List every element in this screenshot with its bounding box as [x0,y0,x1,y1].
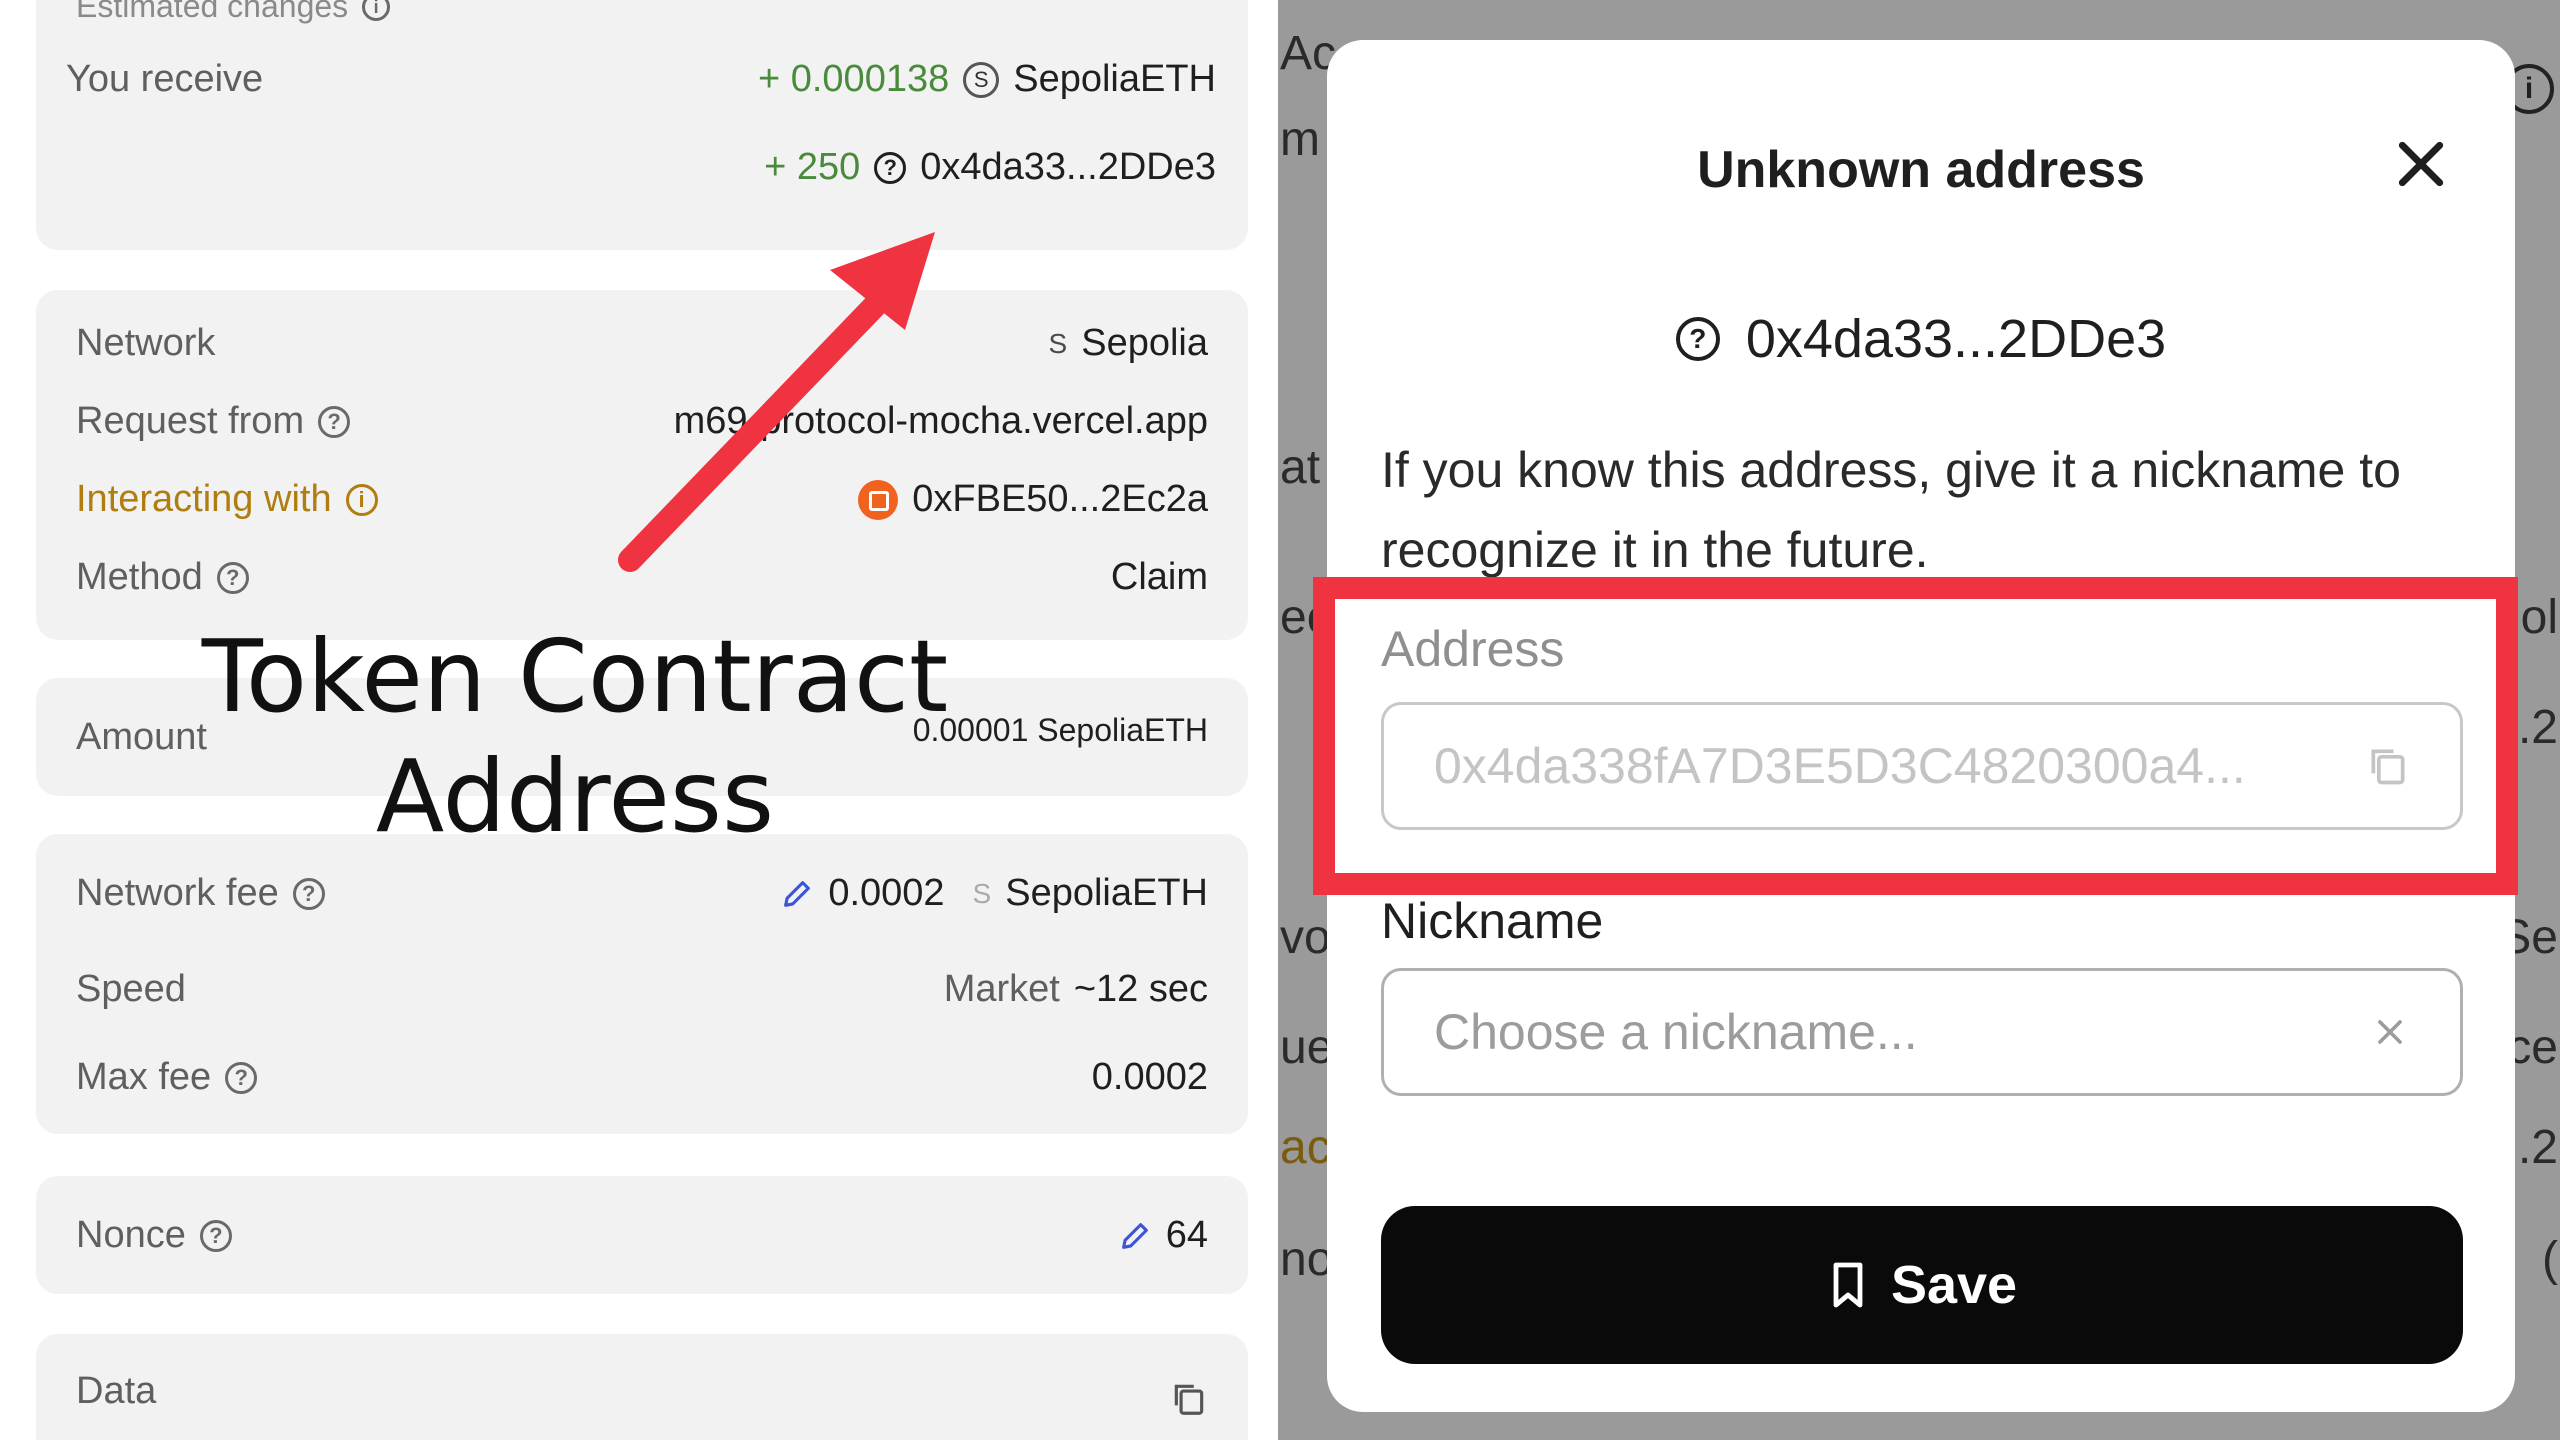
speed-value: Market ~12 sec [944,968,1208,1011]
nickname-placeholder: Choose a nickname... [1434,1004,1918,1060]
network-value: S Sepolia [1049,322,1208,365]
question-icon[interactable]: ? [216,561,249,594]
network-icon: S [1048,327,1068,359]
data-card: Data [36,1334,1248,1440]
network-fee-token: SepoliaETH [1005,872,1208,914]
background-text: no [1280,1233,1334,1286]
modal-address-short: 0x4da33...2DDe3 [1745,309,2167,369]
background-text: m [1280,113,1320,166]
nickname-field-label: Nickname [1381,893,1604,949]
interacting-with-label: Interacting with i [76,478,378,521]
pencil-icon[interactable] [780,877,814,911]
copy-icon[interactable] [1170,1380,1208,1418]
you-receive-label: You receive [66,58,264,100]
request-from-label: Request from ? [76,400,351,443]
data-label: Data [76,1370,157,1412]
contract-avatar-icon [858,479,899,520]
background-text: at [1280,441,1321,494]
transaction-details-panel: Estimated changes i You receive + 0.0001… [0,0,1275,1440]
method-value: Claim [1110,556,1208,598]
speed-label: Speed [76,968,186,1010]
modal-address-row: ? 0x4da33...2DDe3 [1327,308,2515,370]
clear-icon[interactable] [2370,1012,2410,1052]
info-icon[interactable]: i [345,483,378,516]
background-text: vo [1280,911,1331,964]
estimated-changes-card: Estimated changes i You receive + 0.0001… [36,0,1248,250]
address-field-value: 0x4da338fA7D3E5D3C4820300a4... [1434,738,2246,794]
pencil-icon[interactable] [1118,1219,1152,1253]
method-label: Method ? [76,556,249,599]
receive-token-eth: SepoliaETH [1013,58,1216,100]
network-label: Network [76,322,216,364]
address-field-label: Address [1381,621,1565,677]
background-text: ue [1280,1021,1334,1074]
sepolia-token-icon: S [963,61,1000,98]
receive-amount-token: + 250 [764,146,861,188]
annotation-text-line1: Token Contract [201,618,949,735]
modal-description: If you know this address, give it a nick… [1381,442,2401,578]
close-icon[interactable] [2389,132,2453,196]
receive-row-eth: + 0.000138 S SepoliaETH [758,58,1216,101]
background-text: ( [2542,1233,2558,1286]
receive-amount-eth: + 0.000138 [757,58,950,100]
save-button[interactable]: Save [1381,1206,2463,1364]
network-fee-value: 0.0002 S SepoliaETH [780,872,1208,915]
max-fee-label: Max fee ? [76,1056,258,1099]
max-fee-value: 0.0002 [1091,1056,1208,1098]
network-fee-label: Network fee ? [76,872,325,915]
estimated-changes-header: Estimated changes i [76,0,391,25]
bookmark-icon [1833,1262,1863,1308]
nickname-input[interactable]: Choose a nickname... [1381,968,2463,1096]
request-details-card: Network S Sepolia Request from ? m69-pro… [36,290,1248,640]
background-text: ol [2520,591,2558,644]
address-field[interactable]: 0x4da338fA7D3E5D3C4820300a4... [1381,702,2463,830]
nonce-card: Nonce ? 64 [36,1176,1248,1294]
save-button-label: Save [1890,1255,2018,1315]
background-text: ec [1280,591,1331,644]
receive-token-address[interactable]: 0x4da33...2DDe3 [920,146,1216,189]
question-icon[interactable]: ? [292,877,325,910]
contract-address: 0xFBE50...2Ec2a [912,478,1208,520]
copy-icon[interactable] [2366,744,2410,788]
annotation-text-line2: Address [375,738,775,855]
unknown-address-modal: Unknown address ? 0x4da33...2DDe3 If you… [1327,40,2515,1412]
question-icon: ? [874,151,907,184]
question-icon[interactable]: ? [318,405,351,438]
fee-token-icon: S [972,877,992,909]
network-fee-amount: 0.0002 [828,872,945,914]
background-text: ac [1280,1121,1331,1174]
network-fee-card: Network fee ? 0.0002 S SepoliaETH Speed … [36,834,1248,1134]
question-icon[interactable]: ? [199,1219,232,1252]
question-icon: ? [1675,317,1720,361]
receive-row-token: + 250 ? 0x4da33...2DDe3 [764,146,1216,189]
nonce-value: 64 [1118,1214,1208,1257]
nonce-label: Nonce ? [76,1214,232,1257]
question-icon[interactable]: ? [225,1061,258,1094]
modal-title: Unknown address [1697,141,2145,199]
nonce-number: 64 [1165,1214,1208,1256]
request-from-value: m69-protocol-mocha.vercel.app [673,400,1208,442]
speed-mode: Market [943,968,1060,1010]
background-text: .2 [2517,701,2558,754]
interacting-with-value[interactable]: 0xFBE50...2Ec2a [858,478,1208,521]
info-icon[interactable]: i [362,0,391,21]
background-text: .2 [2517,1121,2558,1174]
estimated-changes-label: Estimated changes [76,0,349,24]
network-name: Sepolia [1081,322,1208,364]
speed-time: ~12 sec [1073,968,1208,1010]
